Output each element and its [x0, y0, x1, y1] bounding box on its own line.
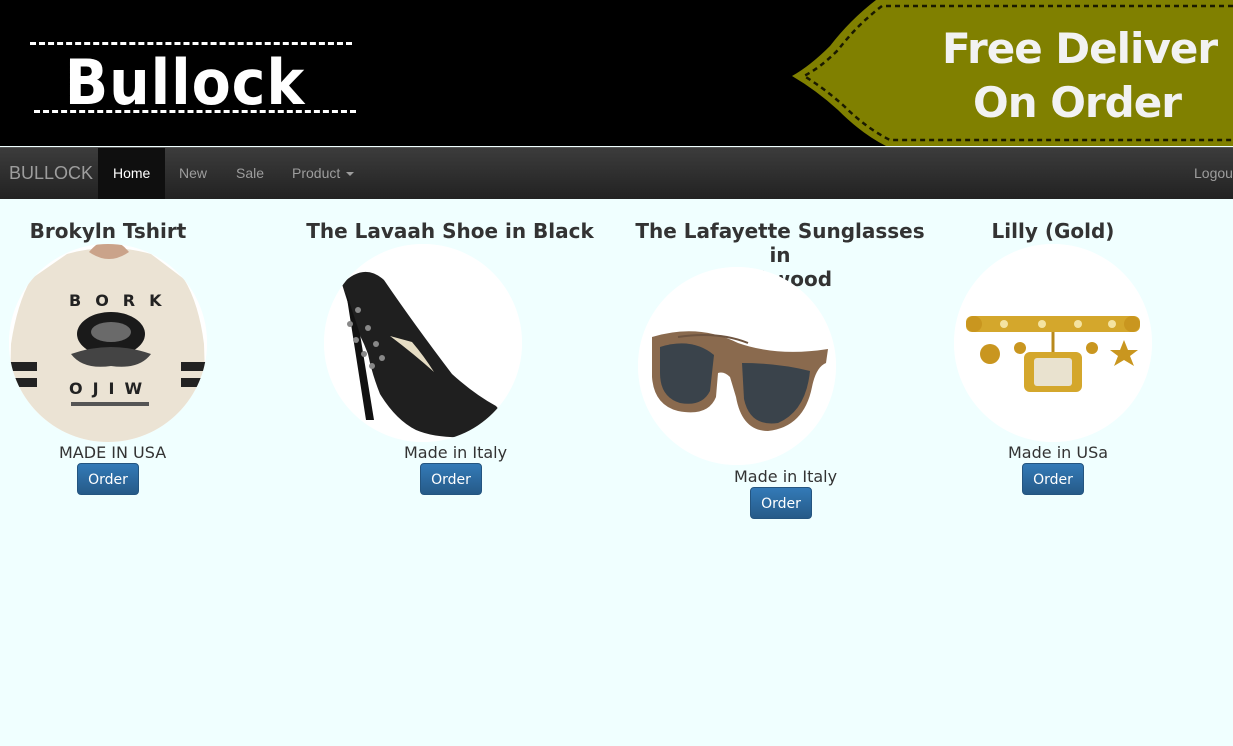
sunglasses-illustration [638, 267, 836, 465]
free-delivery-promo: Free Deliver On Order [790, 0, 1233, 146]
product-card: The Lavaah Shoe in Black [300, 219, 600, 243]
nav-item-home-label: Home [113, 165, 151, 181]
logo-dash-top [30, 42, 352, 45]
svg-text:BORK: BORK [69, 291, 176, 310]
sunglasses-image[interactable] [638, 267, 836, 465]
watch-illustration [954, 244, 1152, 442]
caret-down-icon [346, 172, 355, 177]
product-origin: Made in Italy [734, 467, 838, 486]
tshirt-illustration: BORK OJIW [9, 244, 207, 442]
promo-line-2: On Order [973, 78, 1182, 127]
shoe-image[interactable] [324, 244, 522, 442]
watch-image[interactable] [954, 244, 1152, 442]
product-title: Brokyln Tshirt [29, 219, 187, 243]
shoe-illustration [324, 244, 522, 442]
product-origin: Made in USa [1008, 443, 1109, 462]
header-banner: Bullock Free Deliver On Order [0, 0, 1233, 146]
product-card: Brokyln Tshirt [0, 219, 216, 243]
nav-item-new[interactable]: New [164, 148, 222, 199]
order-button[interactable]: Order [1022, 463, 1084, 495]
navbar-brand[interactable]: BULLOCK [9, 163, 93, 184]
top-navbar: BULLOCK Home New Sale Product Logout [0, 147, 1233, 199]
nav-item-home[interactable]: Home [98, 148, 166, 199]
logo-text: Bullock [64, 46, 306, 119]
product-origin: Made in Italy [404, 443, 508, 462]
promo-line-1: Free Deliver [942, 24, 1218, 73]
nav-item-product-label: Product [292, 165, 341, 181]
logo-dash-bottom [34, 110, 356, 113]
order-button[interactable]: Order [420, 463, 482, 495]
nav-item-product-dropdown[interactable]: Product [277, 148, 369, 199]
nav-item-sale[interactable]: Sale [221, 148, 279, 199]
logout-link[interactable]: Logout [1194, 148, 1233, 199]
product-title: Lilly (Gold) [991, 219, 1115, 243]
nav-item-sale-label: Sale [236, 165, 265, 181]
product-title: The Lavaah Shoe in Black [306, 219, 594, 243]
product-title-line-1: The Lafayette Sunglasses in [635, 219, 925, 267]
order-button[interactable]: Order [750, 487, 812, 519]
product-origin: MADE IN USA [59, 443, 167, 462]
nav-item-new-label: New [179, 165, 208, 181]
brand-logo[interactable]: Bullock [30, 40, 356, 119]
order-button[interactable]: Order [77, 463, 139, 495]
tshirt-image[interactable]: BORK OJIW [9, 244, 207, 442]
product-card: Lilly (Gold) [954, 219, 1152, 243]
svg-text:OJIW: OJIW [69, 379, 152, 398]
